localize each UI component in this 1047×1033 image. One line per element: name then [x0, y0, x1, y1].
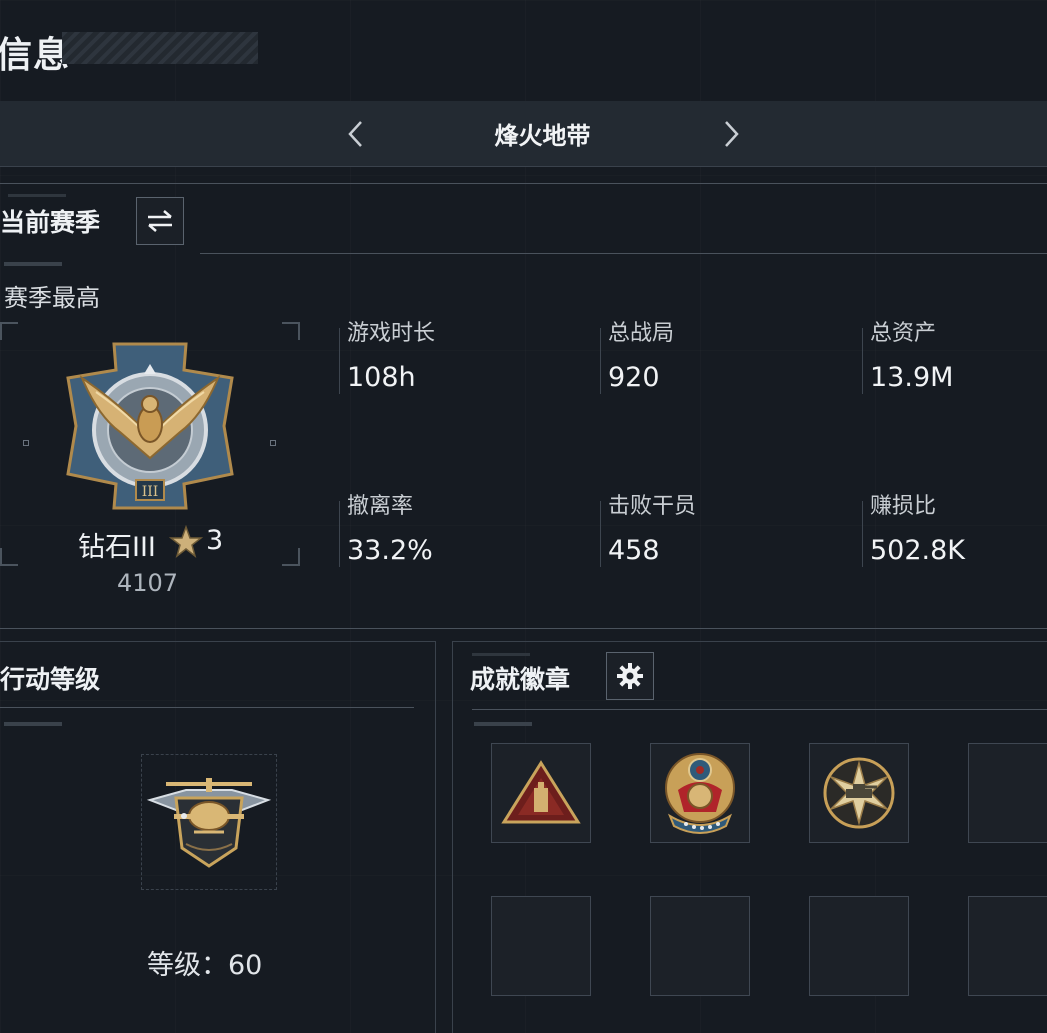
level-panel-top — [0, 641, 436, 642]
stat-profit-loss-ratio: 赚损比 502.8K — [862, 493, 1040, 567]
stat-divider — [600, 328, 601, 394]
stat-value: 502.8K — [870, 535, 966, 566]
panel-divider — [452, 642, 453, 1033]
achievement-badge-slot[interactable] — [650, 743, 750, 843]
title-hatch-decoration — [62, 32, 258, 64]
operation-level-text: 等级：60 — [147, 950, 263, 981]
season-bottom-line — [0, 628, 1047, 629]
stat-divider — [339, 501, 340, 567]
stat-label: 击败干员 — [608, 494, 697, 519]
micro-decoration — [474, 722, 532, 726]
frame-dot — [23, 440, 29, 446]
stat-label: 赚损比 — [870, 494, 937, 519]
gear-icon — [617, 663, 643, 689]
stat-divider — [339, 328, 340, 394]
stat-value: 33.2% — [347, 535, 433, 566]
season-title: 当前赛季 — [0, 208, 101, 237]
svg-text:III: III — [142, 484, 159, 500]
triangle-badge-icon — [501, 760, 581, 824]
stat-total-assets: 总资产 13.9M — [862, 320, 1040, 394]
stat-total-matches: 总战局 920 — [600, 320, 838, 394]
achievement-badge-slot[interactable] — [809, 743, 909, 843]
season-top-line — [0, 183, 1047, 184]
stat-play-time: 游戏时长 108h — [339, 320, 577, 394]
diamond-rank-emblem-icon: III — [66, 342, 234, 510]
stat-label: 撤离率 — [347, 494, 414, 519]
achievement-badge-slot[interactable] — [809, 896, 909, 996]
micro-decoration — [472, 653, 530, 656]
skull-emblem-badge-icon — [665, 753, 735, 834]
stat-operators-defeated: 击败干员 458 — [600, 493, 838, 567]
frame-dot — [270, 440, 276, 446]
chevron-right-icon[interactable] — [720, 117, 742, 151]
helicopter-emblem-icon — [146, 778, 272, 868]
stat-divider — [862, 501, 863, 567]
stat-label: 总资产 — [870, 321, 937, 346]
stat-value: 108h — [347, 362, 416, 393]
mode-title: 烽火地带 — [494, 122, 591, 150]
achievements-title: 成就徽章 — [470, 665, 571, 694]
stat-value: 458 — [608, 535, 660, 566]
season-best-label: 赛季最高 — [4, 284, 100, 312]
micro-decoration — [4, 722, 62, 726]
stat-value: 920 — [608, 362, 660, 393]
operation-level-title: 行动等级 — [0, 665, 101, 694]
micro-decoration — [8, 194, 66, 197]
star-icon — [169, 525, 203, 558]
rank-name: 钻石III — [78, 532, 156, 563]
stat-divider — [862, 328, 863, 394]
page-title: 信息 — [0, 35, 71, 76]
achievement-badge-slot[interactable] — [650, 896, 750, 996]
stat-label: 游戏时长 — [347, 321, 436, 346]
stat-divider — [600, 501, 601, 567]
achievement-badge-slot[interactable] — [491, 743, 591, 843]
rank-score: 4107 — [117, 569, 179, 597]
frame-corner — [282, 322, 300, 340]
achievement-badge-slot[interactable] — [968, 743, 1047, 843]
panel-divider — [435, 642, 436, 1033]
frame-corner — [282, 548, 300, 566]
achievement-badge-slot[interactable] — [491, 896, 591, 996]
season-switch-button[interactable] — [136, 197, 184, 245]
frame-corner — [0, 548, 18, 566]
operation-level-underline — [0, 707, 414, 708]
season-title-underline — [200, 253, 1047, 254]
achievement-settings-button[interactable] — [606, 652, 654, 700]
stat-label: 总战局 — [608, 321, 675, 346]
micro-decoration — [4, 262, 62, 266]
achievement-badge-slot[interactable] — [968, 896, 1047, 996]
achievement-panel-top — [452, 641, 1047, 642]
rank-star-count: 3 — [206, 525, 224, 556]
swap-arrows-icon — [148, 210, 172, 232]
frame-corner — [0, 322, 18, 340]
stat-value: 13.9M — [870, 362, 954, 393]
achievements-underline — [472, 709, 1047, 710]
stat-extraction-rate: 撤离率 33.2% — [339, 493, 577, 567]
tank-star-badge-icon — [823, 757, 895, 829]
